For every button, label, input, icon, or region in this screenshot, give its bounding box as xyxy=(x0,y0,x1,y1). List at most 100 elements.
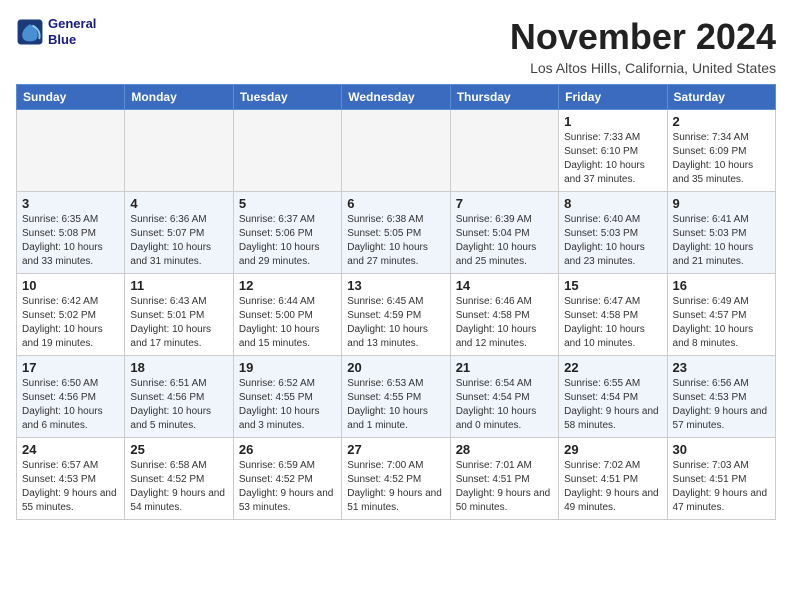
day-number: 18 xyxy=(130,360,227,375)
day-info: Sunrise: 6:39 AM Sunset: 5:04 PM Dayligh… xyxy=(456,213,553,269)
day-info: Sunrise: 6:55 AM Sunset: 4:54 PM Dayligh… xyxy=(564,377,661,433)
day-info: Sunrise: 6:44 AM Sunset: 5:00 PM Dayligh… xyxy=(239,295,336,351)
calendar-day-cell xyxy=(450,110,558,192)
day-info: Sunrise: 6:47 AM Sunset: 4:58 PM Dayligh… xyxy=(564,295,661,351)
day-number: 8 xyxy=(564,196,661,211)
weekday-header: Friday xyxy=(559,85,667,110)
calendar-day-cell: 17 Sunrise: 6:50 AM Sunset: 4:56 PM Dayli… xyxy=(17,356,125,438)
day-number: 3 xyxy=(22,196,119,211)
calendar-week-row: 3 Sunrise: 6:35 AM Sunset: 5:08 PM Daylig… xyxy=(17,192,776,274)
day-number: 6 xyxy=(347,196,444,211)
calendar-day-cell: 19 Sunrise: 6:52 AM Sunset: 4:55 PM Dayli… xyxy=(233,356,341,438)
logo: General Blue xyxy=(16,16,96,47)
month-title: November 2024 xyxy=(510,16,776,58)
day-info: Sunrise: 6:51 AM Sunset: 4:56 PM Dayligh… xyxy=(130,377,227,433)
weekday-header: Monday xyxy=(125,85,233,110)
day-number: 22 xyxy=(564,360,661,375)
day-number: 14 xyxy=(456,278,553,293)
weekday-header: Thursday xyxy=(450,85,558,110)
day-info: Sunrise: 6:58 AM Sunset: 4:52 PM Dayligh… xyxy=(130,459,227,515)
calendar-day-cell: 10 Sunrise: 6:42 AM Sunset: 5:02 PM Dayli… xyxy=(17,274,125,356)
title-area: November 2024 Los Altos Hills, Californi… xyxy=(510,16,776,76)
calendar-day-cell: 21 Sunrise: 6:54 AM Sunset: 4:54 PM Dayli… xyxy=(450,356,558,438)
calendar-day-cell xyxy=(125,110,233,192)
calendar-day-cell: 6Sunrise: 6:38 AM Sunset: 5:05 PM Daylig… xyxy=(342,192,450,274)
day-number: 21 xyxy=(456,360,553,375)
weekday-header: Tuesday xyxy=(233,85,341,110)
page-header: General Blue November 2024 Los Altos Hil… xyxy=(16,16,776,76)
day-number: 13 xyxy=(347,278,444,293)
calendar-day-cell: 16 Sunrise: 6:49 AM Sunset: 4:57 PM Dayli… xyxy=(667,274,775,356)
weekday-header: Wednesday xyxy=(342,85,450,110)
location-title: Los Altos Hills, California, United Stat… xyxy=(510,60,776,76)
day-number: 25 xyxy=(130,442,227,457)
calendar-day-cell: 1 Sunrise: 7:33 AM Sunset: 6:10 PM Daylig… xyxy=(559,110,667,192)
day-info: Sunrise: 6:50 AM Sunset: 4:56 PM Dayligh… xyxy=(22,377,119,433)
calendar-day-cell xyxy=(342,110,450,192)
calendar-day-cell: 24 Sunrise: 6:57 AM Sunset: 4:53 PM Dayli… xyxy=(17,438,125,520)
day-info: Sunrise: 6:43 AM Sunset: 5:01 PM Dayligh… xyxy=(130,295,227,351)
calendar-day-cell: 13 Sunrise: 6:45 AM Sunset: 4:59 PM Dayli… xyxy=(342,274,450,356)
day-info: Sunrise: 6:49 AM Sunset: 4:57 PM Dayligh… xyxy=(673,295,770,351)
logo-text: General Blue xyxy=(48,16,96,47)
calendar-day-cell: 11 Sunrise: 6:43 AM Sunset: 5:01 PM Dayli… xyxy=(125,274,233,356)
day-info: Sunrise: 7:33 AM Sunset: 6:10 PM Dayligh… xyxy=(564,131,661,187)
day-number: 10 xyxy=(22,278,119,293)
day-info: Sunrise: 6:56 AM Sunset: 4:53 PM Dayligh… xyxy=(673,377,770,433)
day-number: 23 xyxy=(673,360,770,375)
calendar-day-cell: 28 Sunrise: 7:01 AM Sunset: 4:51 PM Dayli… xyxy=(450,438,558,520)
day-number: 16 xyxy=(673,278,770,293)
day-info: Sunrise: 6:35 AM Sunset: 5:08 PM Dayligh… xyxy=(22,213,119,269)
calendar-day-cell: 12 Sunrise: 6:44 AM Sunset: 5:00 PM Dayli… xyxy=(233,274,341,356)
day-info: Sunrise: 6:37 AM Sunset: 5:06 PM Dayligh… xyxy=(239,213,336,269)
calendar-day-cell: 15Sunrise: 6:47 AM Sunset: 4:58 PM Dayli… xyxy=(559,274,667,356)
day-number: 26 xyxy=(239,442,336,457)
day-number: 5 xyxy=(239,196,336,211)
calendar-day-cell: 7 Sunrise: 6:39 AM Sunset: 5:04 PM Daylig… xyxy=(450,192,558,274)
calendar: SundayMondayTuesdayWednesdayThursdayFrid… xyxy=(16,84,776,520)
day-number: 27 xyxy=(347,442,444,457)
day-info: Sunrise: 6:52 AM Sunset: 4:55 PM Dayligh… xyxy=(239,377,336,433)
calendar-day-cell: 4 Sunrise: 6:36 AM Sunset: 5:07 PM Daylig… xyxy=(125,192,233,274)
day-info: Sunrise: 7:01 AM Sunset: 4:51 PM Dayligh… xyxy=(456,459,553,515)
weekday-header: Sunday xyxy=(17,85,125,110)
day-info: Sunrise: 7:00 AM Sunset: 4:52 PM Dayligh… xyxy=(347,459,444,515)
calendar-day-cell xyxy=(17,110,125,192)
calendar-day-cell: 22 Sunrise: 6:55 AM Sunset: 4:54 PM Dayli… xyxy=(559,356,667,438)
logo-icon xyxy=(16,18,44,46)
day-info: Sunrise: 6:42 AM Sunset: 5:02 PM Dayligh… xyxy=(22,295,119,351)
day-info: Sunrise: 6:54 AM Sunset: 4:54 PM Dayligh… xyxy=(456,377,553,433)
day-info: Sunrise: 6:45 AM Sunset: 4:59 PM Dayligh… xyxy=(347,295,444,351)
day-number: 17 xyxy=(22,360,119,375)
day-info: Sunrise: 6:40 AM Sunset: 5:03 PM Dayligh… xyxy=(564,213,661,269)
day-info: Sunrise: 6:41 AM Sunset: 5:03 PM Dayligh… xyxy=(673,213,770,269)
day-number: 24 xyxy=(22,442,119,457)
day-number: 28 xyxy=(456,442,553,457)
day-number: 1 xyxy=(564,114,661,129)
calendar-day-cell: 25 Sunrise: 6:58 AM Sunset: 4:52 PM Dayli… xyxy=(125,438,233,520)
day-number: 9 xyxy=(673,196,770,211)
day-number: 12 xyxy=(239,278,336,293)
day-number: 19 xyxy=(239,360,336,375)
calendar-day-cell: 27 Sunrise: 7:00 AM Sunset: 4:52 PM Dayli… xyxy=(342,438,450,520)
calendar-day-cell: 23 Sunrise: 6:56 AM Sunset: 4:53 PM Dayli… xyxy=(667,356,775,438)
day-info: Sunrise: 6:57 AM Sunset: 4:53 PM Dayligh… xyxy=(22,459,119,515)
day-info: Sunrise: 7:03 AM Sunset: 4:51 PM Dayligh… xyxy=(673,459,770,515)
day-number: 7 xyxy=(456,196,553,211)
day-info: Sunrise: 6:53 AM Sunset: 4:55 PM Dayligh… xyxy=(347,377,444,433)
day-number: 29 xyxy=(564,442,661,457)
calendar-week-row: 1 Sunrise: 7:33 AM Sunset: 6:10 PM Daylig… xyxy=(17,110,776,192)
calendar-week-row: 10 Sunrise: 6:42 AM Sunset: 5:02 PM Dayli… xyxy=(17,274,776,356)
calendar-day-cell: 29Sunrise: 7:02 AM Sunset: 4:51 PM Dayli… xyxy=(559,438,667,520)
calendar-day-cell: 2Sunrise: 7:34 AM Sunset: 6:09 PM Daylig… xyxy=(667,110,775,192)
day-number: 11 xyxy=(130,278,227,293)
day-info: Sunrise: 6:59 AM Sunset: 4:52 PM Dayligh… xyxy=(239,459,336,515)
calendar-day-cell: 14Sunrise: 6:46 AM Sunset: 4:58 PM Dayli… xyxy=(450,274,558,356)
calendar-day-cell: 5 Sunrise: 6:37 AM Sunset: 5:06 PM Daylig… xyxy=(233,192,341,274)
calendar-day-cell: 20Sunrise: 6:53 AM Sunset: 4:55 PM Dayli… xyxy=(342,356,450,438)
calendar-day-cell: 26 Sunrise: 6:59 AM Sunset: 4:52 PM Dayli… xyxy=(233,438,341,520)
day-number: 30 xyxy=(673,442,770,457)
calendar-day-cell: 9 Sunrise: 6:41 AM Sunset: 5:03 PM Daylig… xyxy=(667,192,775,274)
day-info: Sunrise: 6:36 AM Sunset: 5:07 PM Dayligh… xyxy=(130,213,227,269)
day-number: 4 xyxy=(130,196,227,211)
